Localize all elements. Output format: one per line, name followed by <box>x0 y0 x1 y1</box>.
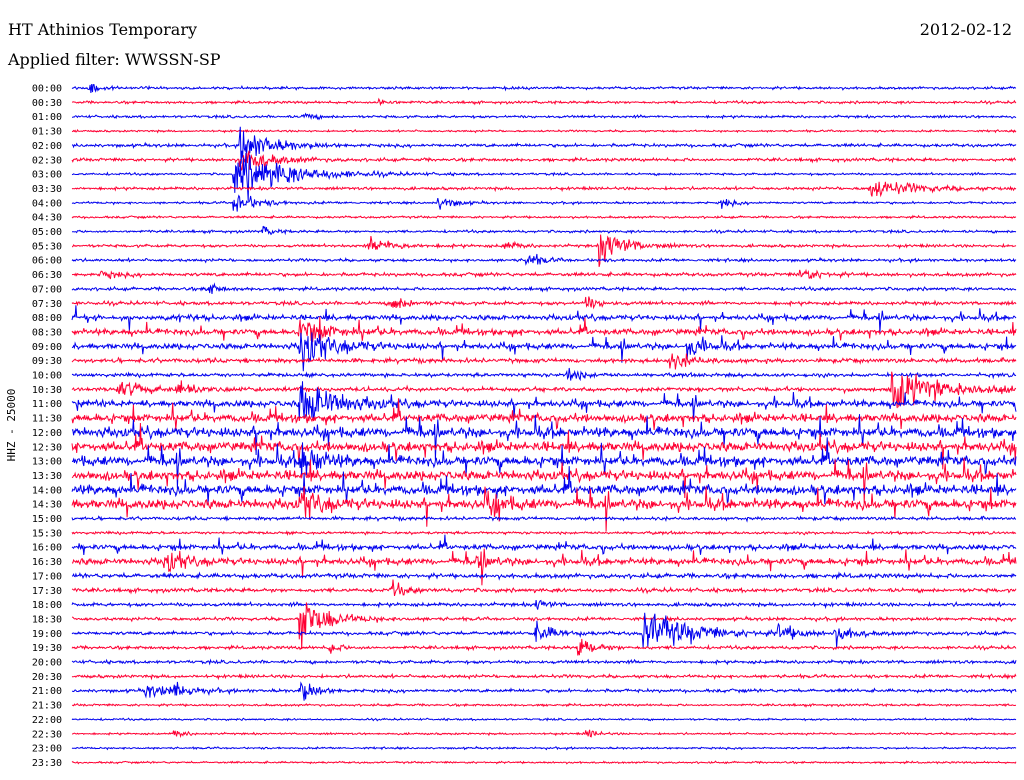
trace-0130 <box>71 128 1017 134</box>
time-label: 11:00 <box>32 399 62 410</box>
time-label: 21:30 <box>32 701 62 712</box>
time-label: 17:30 <box>32 586 62 597</box>
trace-1800 <box>71 599 1017 610</box>
time-label: 23:00 <box>32 744 62 755</box>
time-label: 07:30 <box>32 299 62 310</box>
trace-2300 <box>71 745 1017 751</box>
time-label: 05:30 <box>32 241 62 252</box>
time-label: 18:30 <box>32 614 62 625</box>
time-label: 16:30 <box>32 557 62 568</box>
trace-1730 <box>71 579 1017 597</box>
time-label: 02:30 <box>32 155 62 166</box>
time-label: 21:00 <box>32 686 62 697</box>
trace-1630 <box>71 548 1017 586</box>
trace-1600 <box>71 534 1017 555</box>
trace-0430 <box>71 214 1017 220</box>
trace-1830 <box>71 602 1017 650</box>
time-label: 09:30 <box>32 356 62 367</box>
time-label: 22:00 <box>32 715 62 726</box>
time-label: 12:00 <box>32 428 62 439</box>
time-label: 17:00 <box>32 571 62 582</box>
trace-0830 <box>71 316 1017 343</box>
time-label: 18:00 <box>32 600 62 611</box>
time-label: 06:30 <box>32 270 62 281</box>
trace-0500 <box>71 225 1017 236</box>
trace-0700 <box>71 282 1017 294</box>
time-label: 00:30 <box>32 98 62 109</box>
trace-2130 <box>71 702 1017 708</box>
time-label: 19:30 <box>32 643 62 654</box>
time-label: 14:00 <box>32 485 62 496</box>
trace-0900 <box>71 332 1017 372</box>
time-label: 00:00 <box>32 84 62 95</box>
time-label: 11:30 <box>32 414 62 425</box>
time-label: 14:30 <box>32 500 62 511</box>
time-label: 10:00 <box>32 371 62 382</box>
trace-2030 <box>71 672 1017 681</box>
time-label: 03:00 <box>32 170 62 181</box>
trace-0330 <box>71 181 1017 198</box>
trace-0030 <box>71 97 1017 107</box>
time-label-group: 00:00 00:30 01:00 01:30 02:00 02:30 03:00 03:30… <box>32 84 62 769</box>
time-label: 01:30 <box>32 127 62 138</box>
time-label: 15:00 <box>32 514 62 525</box>
time-label: 22:30 <box>32 729 62 740</box>
time-label: 08:30 <box>32 327 62 338</box>
time-label: 01:00 <box>32 112 62 123</box>
trace-0230 <box>71 150 1017 172</box>
trace-1400 <box>71 466 1017 505</box>
time-label: 05:00 <box>32 227 62 238</box>
trace-1930 <box>71 638 1017 656</box>
trace-0530 <box>71 234 1017 268</box>
time-label: 12:30 <box>32 442 62 453</box>
trace-0930 <box>71 353 1017 370</box>
trace-0730 <box>71 296 1017 310</box>
trace-0800 <box>71 305 1017 333</box>
time-label: 04:30 <box>32 213 62 224</box>
time-label: 10:30 <box>32 385 62 396</box>
trace-0000 <box>71 83 1017 93</box>
time-label: 20:00 <box>32 658 62 669</box>
time-label: 19:00 <box>32 629 62 640</box>
time-label: 02:00 <box>32 141 62 152</box>
trace-0100 <box>72 112 1017 121</box>
trace-2100 <box>71 681 1017 701</box>
time-label: 16:00 <box>32 543 62 554</box>
time-label: 03:30 <box>32 184 62 195</box>
trace-1530 <box>71 530 1017 537</box>
time-label: 04:00 <box>32 198 62 209</box>
trace-2200 <box>71 717 1017 722</box>
trace-2000 <box>71 658 1017 666</box>
trace-1500 <box>71 514 1016 523</box>
time-label: 23:30 <box>32 758 62 769</box>
channel-label: HHZ - 25000 <box>5 389 18 462</box>
trace-1330 <box>71 457 1017 503</box>
time-label: 09:00 <box>32 342 62 353</box>
time-label: 06:00 <box>32 256 62 267</box>
time-label: 07:00 <box>32 284 62 295</box>
trace-1900 <box>71 612 1017 648</box>
trace-2330 <box>71 760 1017 765</box>
time-label: 15:30 <box>32 528 62 539</box>
trace-group <box>71 83 1017 765</box>
seismogram-helicorder: 00:00 00:30 01:00 01:30 02:00 02:30 03:00 03:30… <box>5 83 1017 769</box>
trace-2230 <box>71 729 1017 739</box>
time-label: 13:30 <box>32 471 62 482</box>
trace-0400 <box>71 194 1017 212</box>
time-label: 20:30 <box>32 672 62 683</box>
trace-1000 <box>71 367 1017 382</box>
time-label: 13:00 <box>32 457 62 468</box>
time-label: 08:00 <box>32 313 62 324</box>
trace-0630 <box>71 268 1017 280</box>
trace-0600 <box>71 253 1017 266</box>
trace-1700 <box>71 571 1017 581</box>
